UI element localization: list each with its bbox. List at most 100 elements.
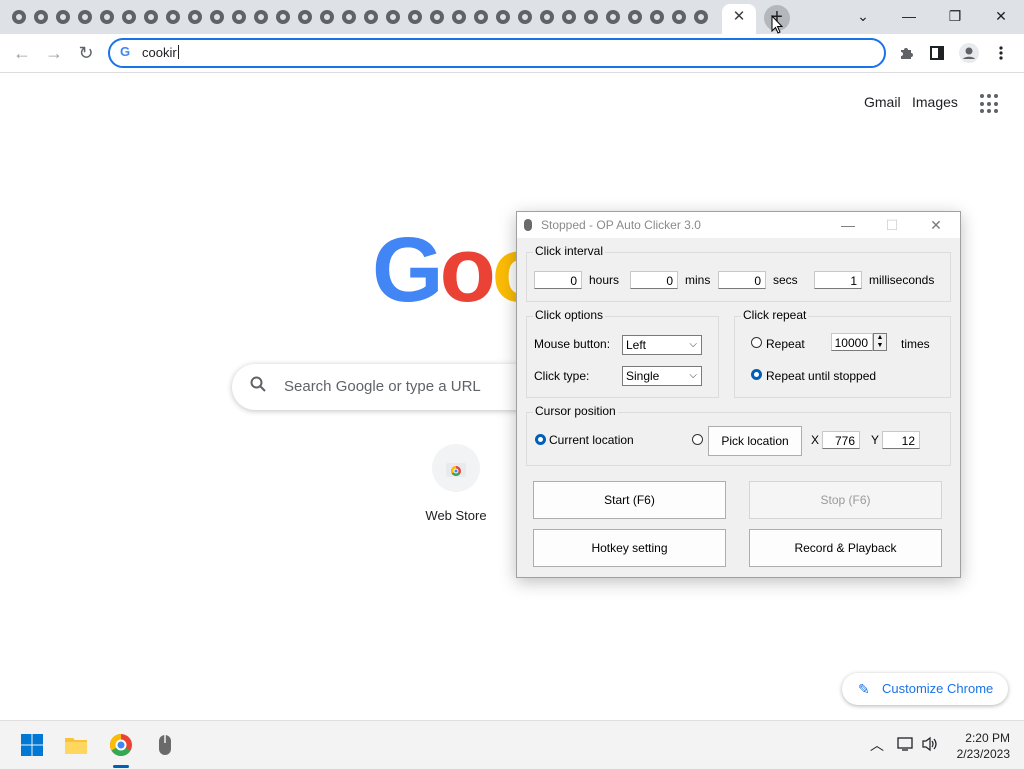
- browser-tab[interactable]: [250, 6, 272, 28]
- repeat-count-input[interactable]: 10000: [831, 333, 873, 351]
- browser-tab[interactable]: [184, 6, 206, 28]
- browser-tab[interactable]: [404, 6, 426, 28]
- browser-tab[interactable]: [228, 6, 250, 28]
- reload-icon[interactable]: ↻: [74, 41, 98, 65]
- file-explorer-icon[interactable]: [64, 733, 88, 757]
- browser-tab[interactable]: [602, 6, 624, 28]
- back-arrow-icon[interactable]: ←: [10, 41, 34, 65]
- browser-tab[interactable]: [272, 6, 294, 28]
- profile-icon[interactable]: [958, 42, 980, 64]
- chrome-favicon-icon: [78, 10, 92, 24]
- windows-start-icon[interactable]: [20, 733, 44, 757]
- click-type-select[interactable]: Single ⌵: [622, 366, 702, 386]
- mouse-cursor-icon: [771, 15, 783, 34]
- shortcut-web-store[interactable]: Web Store: [420, 444, 492, 523]
- mins-input[interactable]: 0: [630, 271, 678, 289]
- extensions-puzzle-icon[interactable]: [895, 42, 917, 64]
- volume-icon[interactable]: [921, 736, 939, 752]
- tab-search-button[interactable]: ⌄: [848, 5, 878, 27]
- chevron-up-icon[interactable]: ︿: [870, 735, 884, 755]
- chrome-favicon-icon: [34, 10, 48, 24]
- x-label: X: [811, 433, 820, 447]
- browser-tab[interactable]: [8, 6, 30, 28]
- secs-input[interactable]: 0: [718, 271, 766, 289]
- restore-button[interactable]: ❐: [940, 5, 970, 27]
- mouse-button-select[interactable]: Left ⌵: [622, 335, 702, 355]
- browser-tab[interactable]: [294, 6, 316, 28]
- browser-tab[interactable]: [360, 6, 382, 28]
- browser-tab[interactable]: [52, 6, 74, 28]
- browser-tab[interactable]: [426, 6, 448, 28]
- side-panel-icon[interactable]: [926, 42, 948, 64]
- browser-tab[interactable]: [624, 6, 646, 28]
- browser-tab[interactable]: [580, 6, 602, 28]
- browser-tab[interactable]: [118, 6, 140, 28]
- browser-tab[interactable]: [690, 6, 712, 28]
- current-location-radio[interactable]: [535, 434, 546, 445]
- chrome-favicon-icon: [408, 10, 422, 24]
- y-coordinate-input[interactable]: 12: [882, 431, 920, 449]
- chrome-favicon-icon: [144, 10, 158, 24]
- browser-tab[interactable]: [448, 6, 470, 28]
- address-bar-text[interactable]: cookir: [142, 45, 179, 60]
- browser-tab[interactable]: [338, 6, 360, 28]
- network-icon[interactable]: [897, 736, 915, 752]
- browser-tab[interactable]: [470, 6, 492, 28]
- taskbar: ︿ 2:20 PM 2/23/2023: [0, 720, 1024, 769]
- hotkey-setting-button[interactable]: Hotkey setting: [533, 529, 726, 567]
- browser-tab[interactable]: [74, 6, 96, 28]
- browser-tab[interactable]: [646, 6, 668, 28]
- browser-tab[interactable]: [316, 6, 338, 28]
- minimize-button[interactable]: —: [894, 5, 924, 27]
- gmail-link[interactable]: Gmail: [864, 94, 901, 110]
- browser-tab[interactable]: [382, 6, 404, 28]
- record-playback-button[interactable]: Record & Playback: [749, 529, 942, 567]
- start-button[interactable]: Start (F6): [533, 481, 726, 519]
- active-tab[interactable]: ✕: [722, 4, 756, 34]
- close-window-button[interactable]: ✕: [986, 5, 1016, 27]
- google-g-icon: G: [120, 44, 131, 59]
- dialog-close-button[interactable]: ✕: [923, 215, 949, 235]
- forward-arrow-icon[interactable]: →: [42, 41, 66, 65]
- hours-input[interactable]: 0: [534, 271, 582, 289]
- dialog-title-bar[interactable]: Stopped - OP Auto Clicker 3.0 — ☐ ✕: [517, 212, 960, 238]
- x-coordinate-input[interactable]: 776: [822, 431, 860, 449]
- dialog-minimize-button[interactable]: —: [835, 215, 861, 235]
- chrome-favicon-icon: [430, 10, 444, 24]
- hours-label: hours: [589, 273, 620, 287]
- repeat-radio[interactable]: [751, 337, 762, 348]
- milliseconds-input[interactable]: 1: [814, 271, 862, 289]
- repeat-count-spinner[interactable]: ▲ ▼: [873, 333, 887, 351]
- address-bar[interactable]: G cookir: [108, 38, 886, 68]
- search-icon: [250, 376, 266, 392]
- kebab-menu-icon[interactable]: [990, 42, 1012, 64]
- clock-date: 2/23/2023: [956, 747, 1010, 761]
- mouse-button-label: Mouse button:: [534, 337, 611, 351]
- pick-location-button[interactable]: Pick location: [708, 426, 802, 456]
- chrome-favicon-icon: [628, 10, 642, 24]
- chrome-icon[interactable]: [109, 733, 133, 757]
- browser-tab[interactable]: [30, 6, 52, 28]
- browser-tab[interactable]: [536, 6, 558, 28]
- chrome-favicon-icon: [232, 10, 246, 24]
- images-link[interactable]: Images: [912, 94, 958, 110]
- google-apps-grid-icon[interactable]: [980, 94, 1000, 114]
- repeat-until-stopped-radio[interactable]: [751, 369, 762, 380]
- browser-tab[interactable]: [558, 6, 580, 28]
- auto-clicker-taskbar-icon[interactable]: [153, 733, 177, 757]
- customize-chrome-button[interactable]: ✎ Customize Chrome: [842, 673, 1008, 705]
- clock[interactable]: 2:20 PM 2/23/2023: [950, 730, 1010, 762]
- browser-tab[interactable]: [492, 6, 514, 28]
- tab-close-icon[interactable]: ✕: [731, 9, 747, 25]
- browser-tab[interactable]: [206, 6, 228, 28]
- browser-tab[interactable]: [514, 6, 536, 28]
- chrome-favicon-icon: [672, 10, 686, 24]
- browser-tab[interactable]: [96, 6, 118, 28]
- chrome-favicon-icon: [518, 10, 532, 24]
- browser-tab[interactable]: [668, 6, 690, 28]
- browser-tab[interactable]: [162, 6, 184, 28]
- cursor-position-group: Cursor position Current location Pick lo…: [526, 404, 951, 466]
- pick-location-radio[interactable]: [692, 434, 703, 445]
- chrome-favicon-icon: [166, 10, 180, 24]
- browser-tab[interactable]: [140, 6, 162, 28]
